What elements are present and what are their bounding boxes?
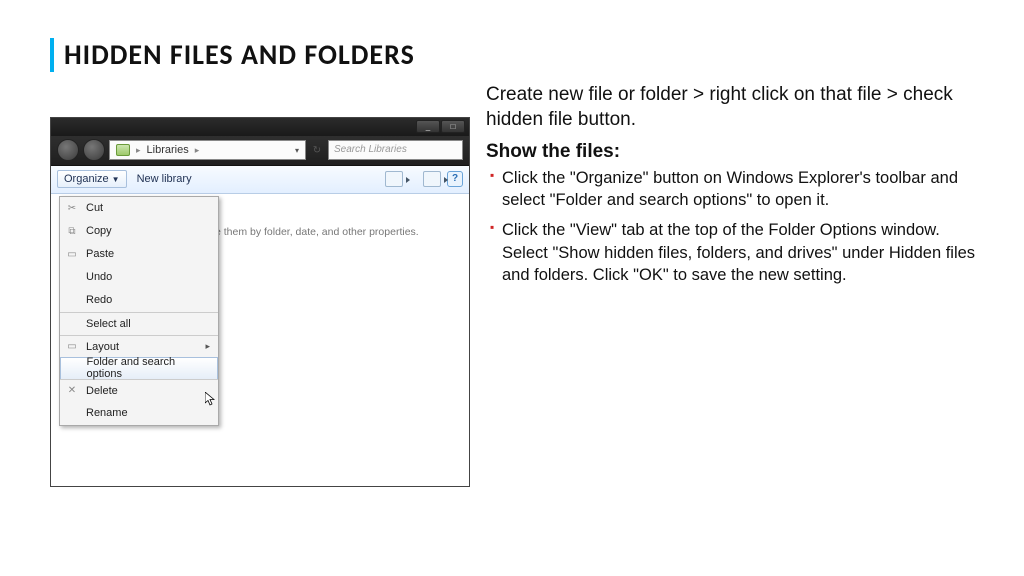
menu-item-copy[interactable]: ⧉ Copy: [60, 220, 218, 243]
menu-icon: ✕: [64, 384, 80, 398]
menu-icon: [64, 293, 80, 307]
menu-item-paste[interactable]: ▭ Paste: [60, 243, 218, 266]
title-wrap: HIDDEN FILES AND FOLDERS: [50, 38, 984, 72]
libraries-icon: [116, 144, 130, 156]
breadcrumb-bar[interactable]: ▸ Libraries ▸ ▾: [109, 140, 306, 160]
breadcrumb-dropdown-icon[interactable]: ▾: [295, 146, 299, 155]
maximize-button[interactable]: □: [441, 120, 465, 133]
breadcrumb-sep-icon: ▸: [136, 145, 141, 156]
help-button[interactable]: ?: [447, 171, 463, 187]
refresh-icon[interactable]: ↻: [310, 145, 324, 156]
nav-row: ▸ Libraries ▸ ▾ ↻ Search Libraries: [51, 136, 469, 166]
menu-item-select-all[interactable]: Select all: [60, 312, 218, 335]
menu-item-redo[interactable]: Redo: [60, 289, 218, 312]
organize-label: Organize: [64, 173, 109, 185]
toolbar: Organize ▼ New library ?: [51, 166, 469, 194]
right-column: Create new file or folder > right click …: [470, 82, 984, 487]
bullet-item: Click the "Organize" button on Windows E…: [490, 167, 984, 212]
explorer-screenshot: _ □ ▸ Libraries ▸ ▾ ↻ Search Libraries: [50, 117, 470, 487]
minimize-button[interactable]: _: [416, 120, 440, 133]
view-options-button[interactable]: [385, 171, 403, 187]
breadcrumb-text: Libraries: [147, 144, 189, 156]
bullet-item: Click the "View" tab at the top of the F…: [490, 219, 984, 286]
back-button[interactable]: [57, 139, 79, 161]
menu-label: Delete: [86, 385, 118, 397]
subheading: Show the files:: [486, 141, 984, 163]
submenu-arrow-icon: ▸: [205, 341, 210, 352]
menu-icon: [64, 270, 80, 284]
slide: HIDDEN FILES AND FOLDERS _ □ ▸ Libraries…: [0, 0, 1024, 576]
menu-icon: [64, 406, 80, 420]
menu-item-delete[interactable]: ✕ Delete: [60, 379, 218, 402]
organize-button[interactable]: Organize ▼: [57, 170, 127, 188]
menu-item-folder-and-search-options[interactable]: Folder and search options: [60, 357, 218, 380]
intro-text: Create new file or folder > right click …: [486, 82, 984, 133]
accent-bar: [50, 38, 54, 72]
menu-icon: [64, 317, 80, 331]
body: _ □ ▸ Libraries ▸ ▾ ↻ Search Libraries: [50, 82, 984, 487]
menu-label: Rename: [86, 407, 128, 419]
cursor-icon: [205, 392, 215, 406]
window-titlebar: _ □: [51, 118, 469, 136]
forward-button[interactable]: [83, 139, 105, 161]
menu-label: Undo: [86, 271, 112, 283]
menu-label: Select all: [86, 318, 131, 330]
menu-label: Paste: [86, 248, 114, 260]
menu-icon: ⧉: [64, 224, 80, 238]
chevron-down-icon: ▼: [112, 175, 120, 184]
menu-label: Redo: [86, 294, 112, 306]
bullet-list: Click the "Organize" button on Windows E…: [486, 167, 984, 286]
menu-label: Copy: [86, 225, 112, 237]
menu-item-rename[interactable]: Rename: [60, 402, 218, 425]
left-column: _ □ ▸ Libraries ▸ ▾ ↻ Search Libraries: [50, 82, 470, 487]
menu-item-layout[interactable]: ▭ Layout ▸: [60, 335, 218, 358]
menu-item-undo[interactable]: Undo: [60, 266, 218, 289]
menu-label: Folder and search options: [86, 356, 209, 380]
search-input[interactable]: Search Libraries: [328, 140, 463, 160]
menu-item-cut[interactable]: ✂ Cut: [60, 197, 218, 220]
organize-menu: ✂ Cut ⧉ Copy ▭ Paste Undo Redo Select all ▭ Layout…: [59, 196, 219, 426]
toolbar-right: ?: [385, 171, 463, 187]
new-library-button[interactable]: New library: [137, 173, 192, 185]
slide-title: HIDDEN FILES AND FOLDERS: [64, 38, 415, 72]
preview-pane-button[interactable]: [423, 171, 441, 187]
menu-icon: ▭: [64, 340, 80, 354]
menu-icon: [65, 361, 80, 375]
breadcrumb-sep-icon: ▸: [195, 145, 200, 156]
menu-label: Cut: [86, 202, 103, 214]
menu-icon: ✂: [64, 201, 80, 215]
menu-label: Layout: [86, 341, 119, 353]
menu-icon: ▭: [64, 247, 80, 261]
